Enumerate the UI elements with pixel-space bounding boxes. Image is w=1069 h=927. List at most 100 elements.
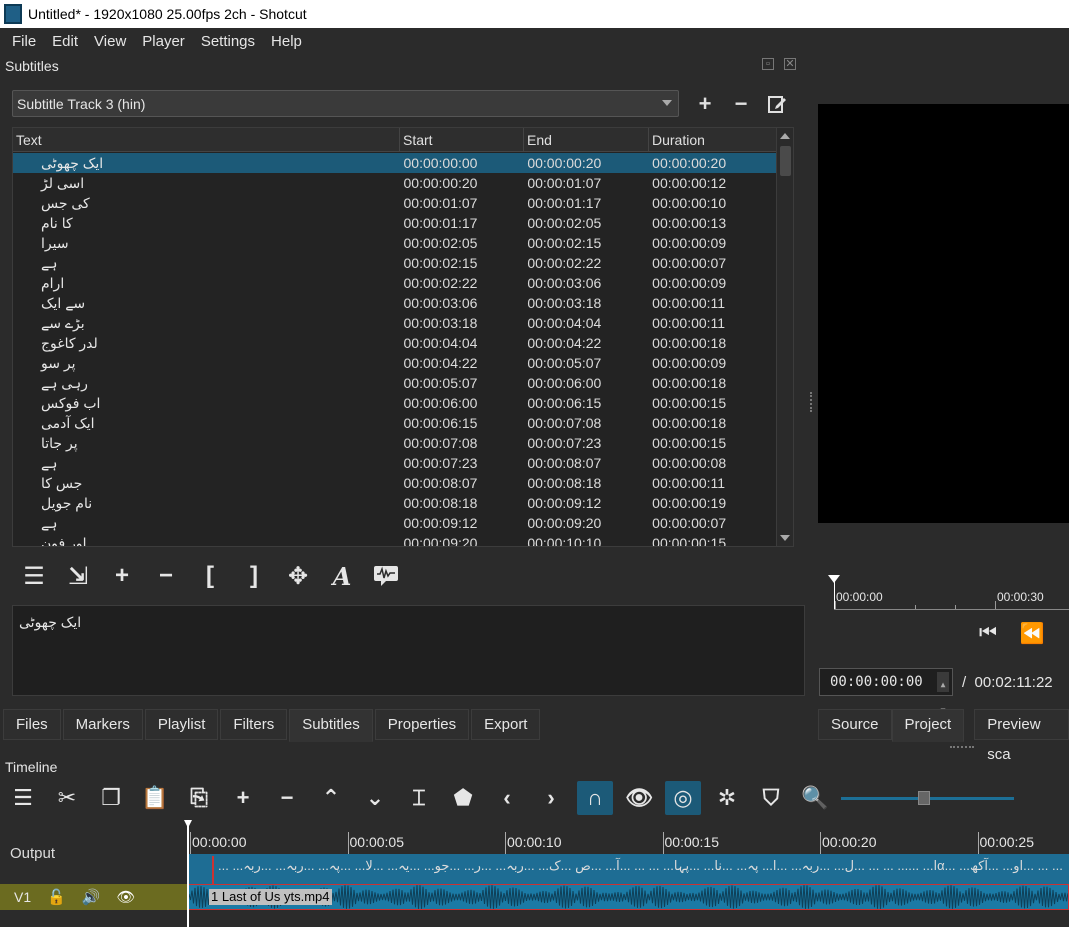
- timeline-ruler[interactable]: 00:00:00 00:00:05 00:00:10 00:00:15 00:00:20…: [188, 818, 1069, 854]
- table-row[interactable]: جس کا 00:00:08:07 00:00:08:18 00:00:00:11: [13, 473, 776, 493]
- import-icon[interactable]: ⇲: [56, 558, 100, 594]
- table-row[interactable]: پر جاتا 00:00:07:08 00:00:07:23 00:00:00:15: [13, 433, 776, 453]
- table-row[interactable]: ایک آدمی 00:00:06:15 00:00:07:08 00:00:00:1…: [13, 413, 776, 433]
- edit-track-button[interactable]: [766, 93, 788, 115]
- table-row[interactable]: ارام 00:00:02:22 00:00:03:06 00:00:00:09: [13, 273, 776, 293]
- table-row[interactable]: کا نام 00:00:01:17 00:00:02:05 00:00:00:13: [13, 213, 776, 233]
- v1-track-header[interactable]: V1 🔓 🔊 👁: [0, 884, 188, 910]
- menu-view[interactable]: View: [86, 33, 134, 50]
- set-start-icon[interactable]: [: [188, 558, 232, 594]
- add-icon[interactable]: +: [225, 781, 261, 815]
- tab-project[interactable]: Project: [891, 709, 965, 742]
- tab-playlist[interactable]: Playlist: [144, 709, 219, 740]
- v1-clip[interactable]: 1 Last of Us yts.mp4: [188, 884, 1069, 910]
- float-dock-icon[interactable]: ▫: [762, 58, 774, 70]
- tab-files[interactable]: Files: [3, 709, 61, 740]
- close-dock-icon[interactable]: ✕: [784, 58, 796, 70]
- tab-properties[interactable]: Properties: [374, 709, 470, 740]
- spin-up-icon[interactable]: ▲: [941, 672, 946, 698]
- table-row[interactable]: بڑے سے 00:00:03:18 00:00:04:04 00:00:00:11: [13, 313, 776, 333]
- lift-icon[interactable]: ⌃: [313, 781, 349, 815]
- table-row[interactable]: رہی ہے 00:00:05:07 00:00:06:00 00:00:00:18: [13, 373, 776, 393]
- copy-icon[interactable]: ❐: [93, 781, 129, 815]
- table-row[interactable]: ہے 00:00:07:23 00:00:08:07 00:00:00:08: [13, 453, 776, 473]
- add-subtitle-icon[interactable]: +: [100, 558, 144, 594]
- menu-player[interactable]: Player: [134, 33, 193, 50]
- remove-icon[interactable]: −: [269, 781, 305, 815]
- split-icon[interactable]: ⌶: [401, 781, 437, 815]
- burn-in-text-icon[interactable]: A: [320, 558, 364, 594]
- scroll-thumb[interactable]: [780, 146, 791, 176]
- rewind-icon[interactable]: ⏪: [1019, 620, 1045, 646]
- scroll-down-icon[interactable]: [780, 535, 790, 541]
- table-row[interactable]: اب فوکس 00:00:06:00 00:00:06:15 00:00:00:15: [13, 393, 776, 413]
- zoom-slider-knob[interactable]: [918, 791, 930, 805]
- move-icon[interactable]: ✥: [276, 558, 320, 594]
- table-row[interactable]: لدر کاغوج 00:00:04:04 00:00:04:22 00:00:00:…: [13, 333, 776, 353]
- table-row[interactable]: نام جویل 00:00:08:18 00:00:09:12 00:00:00:1…: [13, 493, 776, 513]
- menu-icon[interactable]: ☰: [12, 558, 56, 594]
- set-end-icon[interactable]: ]: [232, 558, 276, 594]
- mute-icon[interactable]: 🔊: [82, 888, 101, 906]
- menu-file[interactable]: File: [4, 33, 44, 50]
- overwrite-icon[interactable]: ⌄: [357, 781, 393, 815]
- subtitle-text-editor[interactable]: ایک چھوٹی: [12, 605, 805, 696]
- marker-icon[interactable]: ⬟: [445, 781, 481, 815]
- ripple-all-icon[interactable]: ✲: [709, 781, 745, 815]
- cut-icon[interactable]: ✂: [49, 781, 85, 815]
- next-marker-icon[interactable]: ›: [533, 781, 569, 815]
- column-header-text[interactable]: Text: [13, 128, 400, 151]
- tab-markers[interactable]: Markers: [62, 709, 143, 740]
- timeline-playhead[interactable]: [184, 820, 192, 927]
- table-row[interactable]: اور فون 00:00:09:20 00:00:10:10 00:00:00:15: [13, 533, 776, 546]
- timeline-menu-icon[interactable]: ☰: [5, 781, 41, 815]
- table-row[interactable]: ہے 00:00:02:15 00:00:02:22 00:00:00:07: [13, 253, 776, 273]
- tab-subtitles[interactable]: Subtitles: [289, 709, 373, 742]
- menu-edit[interactable]: Edit: [44, 33, 86, 50]
- menu-help[interactable]: Help: [263, 33, 310, 50]
- player-playhead-icon[interactable]: [828, 575, 840, 583]
- remove-subtitle-icon[interactable]: −: [144, 558, 188, 594]
- scroll-up-icon[interactable]: [780, 133, 790, 139]
- tab-preview-scaling[interactable]: Preview sca: [974, 709, 1069, 763]
- column-header-end[interactable]: End: [524, 128, 649, 151]
- append-icon[interactable]: ⎘: [181, 781, 217, 815]
- ripple-icon[interactable]: ◎: [665, 781, 701, 815]
- table-row[interactable]: ایک چھوٹی 00:00:00:00 00:00:00:20 00:00:00:…: [13, 153, 776, 173]
- paste-icon[interactable]: 📋: [137, 781, 173, 815]
- table-row[interactable]: ہے 00:00:09:12 00:00:09:20 00:00:00:07: [13, 513, 776, 533]
- dock-splitter[interactable]: [950, 746, 974, 749]
- remove-track-button[interactable]: −: [730, 91, 752, 116]
- zoom-slider[interactable]: [841, 788, 1014, 808]
- splitter-handle[interactable]: [810, 392, 814, 412]
- table-scrollbar[interactable]: [776, 128, 793, 546]
- video-preview[interactable]: [818, 104, 1069, 523]
- hide-eye-icon[interactable]: 👁: [117, 888, 136, 906]
- table-row[interactable]: کی جس 00:00:01:07 00:00:01:17 00:00:00:10: [13, 193, 776, 213]
- add-track-button[interactable]: +: [694, 91, 716, 116]
- timecode-field[interactable]: 00:00:00:00 ▲▼: [819, 668, 953, 715]
- snap-magnet-icon[interactable]: ∩: [577, 781, 613, 815]
- speech-to-text-icon[interactable]: [364, 558, 408, 594]
- table-row[interactable]: سے ایک 00:00:03:06 00:00:03:18 00:00:00:11: [13, 293, 776, 313]
- tab-export[interactable]: Export: [471, 709, 541, 740]
- zoom-out-icon[interactable]: 🔍: [797, 781, 833, 815]
- table-row[interactable]: اسی لڑ 00:00:00:20 00:00:01:07 00:00:00:12: [13, 173, 776, 193]
- skip-previous-icon[interactable]: ⏮: [975, 620, 1001, 646]
- subtitle-track-select[interactable]: Subtitle Track 3 (hin): [12, 90, 679, 117]
- table-row[interactable]: سیرا 00:00:02:05 00:00:02:15 00:00:00:09: [13, 233, 776, 253]
- scrub-eye-icon[interactable]: 👁: [621, 781, 657, 815]
- lock-icon[interactable]: 🔓: [47, 888, 66, 906]
- table-row[interactable]: پر سو 00:00:04:22 00:00:05:07 00:00:00:09: [13, 353, 776, 373]
- tab-source[interactable]: Source: [818, 709, 892, 740]
- subtitle-track-strip[interactable]: ... ...ا... ...... ... ... ...ل... ...رب…: [188, 854, 1069, 884]
- column-header-start[interactable]: Start: [400, 128, 524, 151]
- player-ruler[interactable]: 00:00:00 00:00:30: [828, 575, 1069, 611]
- playhead-cap-icon[interactable]: [184, 820, 192, 828]
- menu-settings[interactable]: Settings: [193, 33, 263, 50]
- column-header-duration[interactable]: Duration: [649, 128, 777, 151]
- tab-filters[interactable]: Filters: [220, 709, 288, 740]
- ripple-markers-icon[interactable]: ⛉: [753, 781, 789, 815]
- previous-marker-icon[interactable]: ‹: [489, 781, 525, 815]
- timecode-spinner[interactable]: ▲▼: [937, 672, 949, 715]
